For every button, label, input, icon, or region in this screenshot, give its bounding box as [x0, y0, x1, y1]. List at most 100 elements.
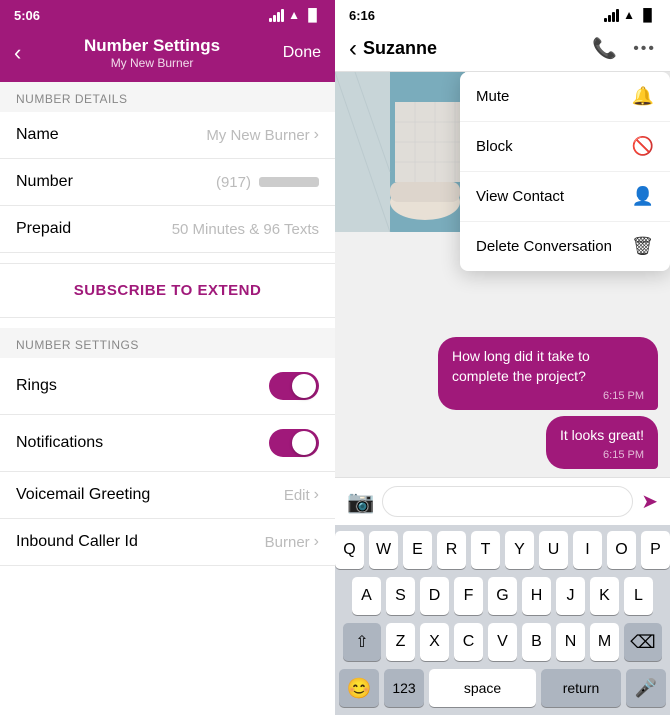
- label-number: Number: [16, 173, 73, 191]
- keyboard-bottom-row: 😊 123 space return 🎤: [339, 669, 666, 715]
- label-caller-id: Inbound Caller Id: [16, 533, 138, 551]
- key-v[interactable]: V: [488, 623, 517, 661]
- key-m[interactable]: M: [590, 623, 619, 661]
- nav-bar-center: Number Settings My New Burner: [84, 36, 220, 70]
- shift-key[interactable]: ⇧: [343, 623, 381, 661]
- back-button-chat[interactable]: ‹: [349, 37, 357, 61]
- chat-photo: [335, 72, 465, 232]
- key-c[interactable]: C: [454, 623, 483, 661]
- left-panel: 5:06 ▲ ▐▌ ‹ Number Settings My New Burne…: [0, 0, 335, 715]
- emoji-key[interactable]: 😊: [339, 669, 379, 707]
- key-j[interactable]: J: [556, 577, 585, 615]
- message-2-text: It looks great!: [560, 427, 644, 443]
- message-1: How long did it take to complete the pro…: [438, 337, 658, 410]
- nav-title: Number Settings: [84, 36, 220, 56]
- chevron-caller-id: ›: [314, 533, 319, 551]
- value-number: (917): [216, 174, 319, 191]
- key-k[interactable]: K: [590, 577, 619, 615]
- subscribe-button[interactable]: SUBSCRIBE TO EXTEND: [0, 263, 335, 318]
- key-s[interactable]: S: [386, 577, 415, 615]
- backspace-key[interactable]: ⌫: [624, 623, 662, 661]
- key-x[interactable]: X: [420, 623, 449, 661]
- keyboard-row-2: A S D F G H J K L: [339, 577, 666, 615]
- key-r[interactable]: R: [437, 531, 466, 569]
- camera-icon[interactable]: 📷: [347, 489, 374, 515]
- space-key[interactable]: space: [429, 669, 536, 707]
- nav-subtitle: My New Burner: [84, 56, 220, 70]
- status-bar-right: 6:16 ▲ ▐▌: [335, 0, 670, 28]
- key-g[interactable]: G: [488, 577, 517, 615]
- chevron-name: ›: [314, 126, 319, 144]
- battery-icon-right: ▐▌: [639, 8, 656, 22]
- toggle-notifications[interactable]: [269, 429, 319, 457]
- settings-row-caller-id[interactable]: Inbound Caller Id Burner ›: [0, 519, 335, 566]
- label-prepaid: Prepaid: [16, 220, 71, 238]
- messages-area: How long did it take to complete the pro…: [335, 329, 670, 477]
- key-y[interactable]: Y: [505, 531, 534, 569]
- settings-row-voicemail[interactable]: Voicemail Greeting Edit ›: [0, 472, 335, 519]
- chat-nav-icons: 📞 •••: [592, 36, 656, 61]
- message-1-time: 6:15 PM: [452, 389, 644, 404]
- key-p[interactable]: P: [641, 531, 670, 569]
- message-input[interactable]: [382, 486, 633, 517]
- mic-key[interactable]: 🎤: [626, 669, 666, 707]
- dropdown-block[interactable]: Block 🚫: [460, 122, 670, 172]
- more-icon[interactable]: •••: [633, 40, 656, 58]
- chat-nav-left: ‹ Suzanne: [349, 37, 592, 61]
- wifi-icon-right: ▲: [623, 8, 635, 22]
- key-b[interactable]: B: [522, 623, 551, 661]
- view-contact-icon: 👤: [632, 186, 654, 207]
- return-key[interactable]: return: [541, 669, 621, 707]
- dropdown-view-contact[interactable]: View Contact 👤: [460, 172, 670, 222]
- key-l[interactable]: L: [624, 577, 653, 615]
- settings-row-number[interactable]: Number (917): [0, 159, 335, 206]
- numbers-key[interactable]: 123: [384, 669, 424, 707]
- send-icon[interactable]: ➤: [641, 489, 658, 514]
- caller-id-value: Burner: [265, 534, 310, 551]
- key-n[interactable]: N: [556, 623, 585, 661]
- message-1-text: How long did it take to complete the pro…: [452, 348, 590, 384]
- view-contact-label: View Contact: [476, 188, 564, 205]
- toggle-rings[interactable]: [269, 372, 319, 400]
- time-left: 5:06: [14, 8, 40, 23]
- right-panel: 6:16 ▲ ▐▌ ‹ Suzanne 📞 •••: [335, 0, 670, 715]
- settings-row-name[interactable]: Name My New Burner ›: [0, 112, 335, 159]
- settings-row-prepaid: Prepaid 50 Minutes & 96 Texts: [0, 206, 335, 253]
- dropdown-delete[interactable]: Delete Conversation 🗑: [460, 222, 670, 271]
- input-bar: 📷 ➤: [335, 477, 670, 525]
- back-button-left[interactable]: ‹: [14, 42, 21, 64]
- settings-row-notifications[interactable]: Notifications: [0, 415, 335, 472]
- key-o[interactable]: O: [607, 531, 636, 569]
- key-a[interactable]: A: [352, 577, 381, 615]
- voicemail-value: Edit: [284, 487, 310, 504]
- key-w[interactable]: W: [369, 531, 398, 569]
- key-e[interactable]: E: [403, 531, 432, 569]
- done-button[interactable]: Done: [283, 44, 321, 62]
- keyboard-row-1: Q W E R T Y U I O P: [339, 531, 666, 569]
- number-masked: [259, 177, 319, 187]
- label-notifications: Notifications: [16, 434, 103, 452]
- key-t[interactable]: T: [471, 531, 500, 569]
- key-i[interactable]: I: [573, 531, 602, 569]
- key-d[interactable]: D: [420, 577, 449, 615]
- key-q[interactable]: Q: [335, 531, 364, 569]
- block-label: Block: [476, 138, 513, 155]
- key-f[interactable]: F: [454, 577, 483, 615]
- delete-label: Delete Conversation: [476, 238, 612, 255]
- section-number-settings: NUMBER SETTINGS: [0, 328, 335, 358]
- nav-bar-left: ‹ Number Settings My New Burner Done: [0, 28, 335, 82]
- mute-icon: 🔔: [632, 86, 654, 107]
- dropdown-mute[interactable]: Mute 🔔: [460, 72, 670, 122]
- status-bar-left: 5:06 ▲ ▐▌: [0, 0, 335, 28]
- status-icons-right: ▲ ▐▌: [604, 8, 656, 22]
- status-icons-left: ▲ ▐▌: [269, 8, 321, 22]
- phone-icon[interactable]: 📞: [592, 36, 617, 61]
- key-u[interactable]: U: [539, 531, 568, 569]
- settings-row-rings[interactable]: Rings: [0, 358, 335, 415]
- chat-content: Mute 🔔 Block 🚫 View Contact 👤 Delete Con…: [335, 72, 670, 477]
- key-z[interactable]: Z: [386, 623, 415, 661]
- message-2: It looks great! 6:15 PM: [546, 416, 658, 469]
- time-right: 6:16: [349, 8, 375, 23]
- label-name: Name: [16, 126, 59, 144]
- key-h[interactable]: H: [522, 577, 551, 615]
